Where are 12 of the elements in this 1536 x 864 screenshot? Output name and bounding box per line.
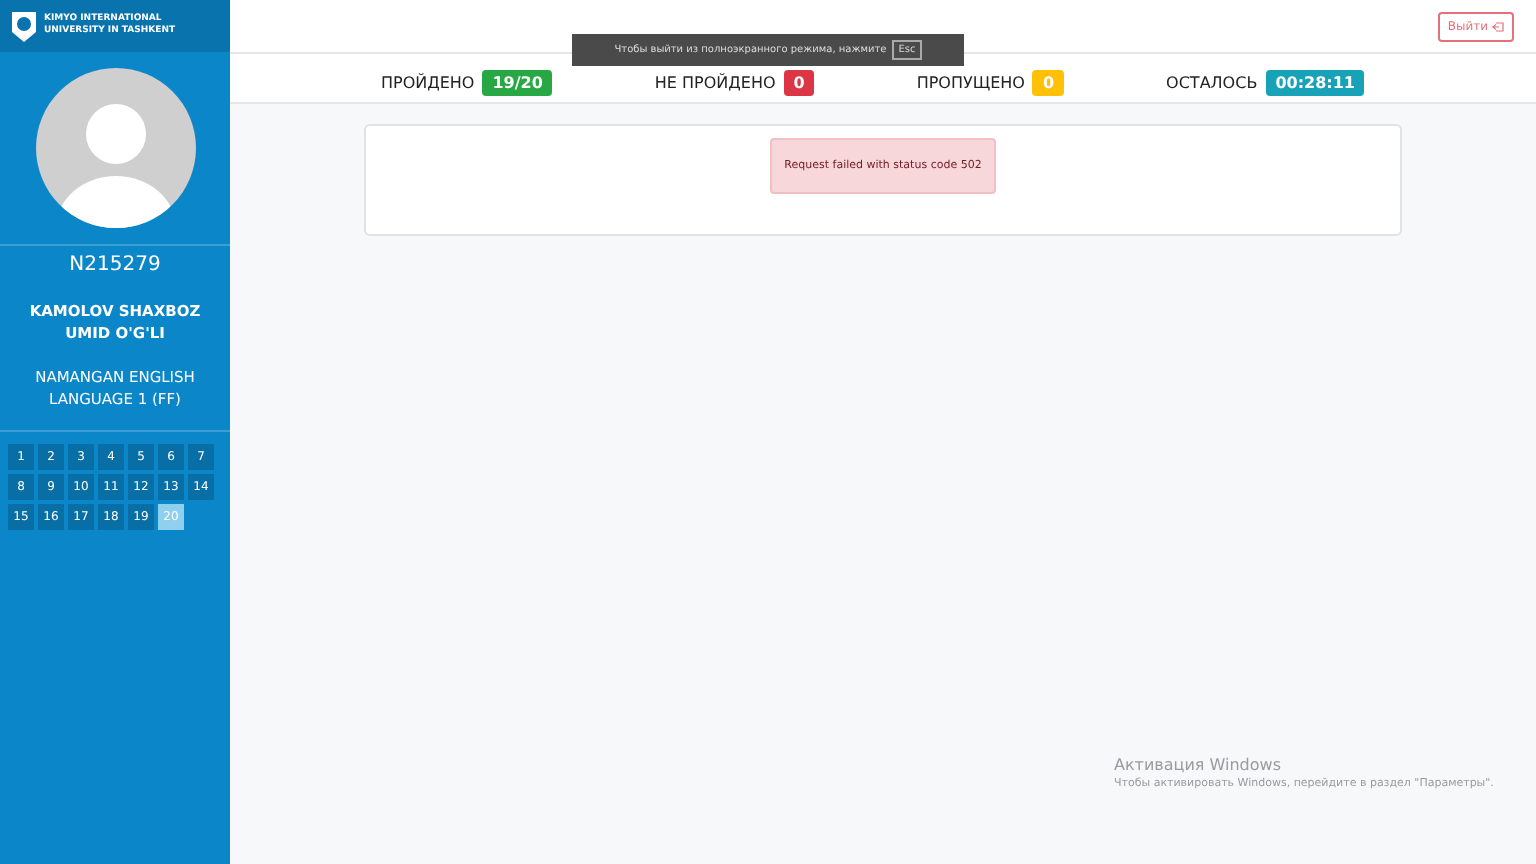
stat-badge: 0 (1032, 69, 1065, 95)
stat-label: НЕ ПРОЙДЕНО (654, 73, 776, 91)
university-logo-icon (12, 11, 36, 41)
stat-badge: 19/20 (482, 69, 553, 95)
stat-badge: 0 (783, 69, 815, 95)
activation-title: Активация Windows (1114, 756, 1283, 774)
stat-label: ПРОПУЩЕНО (916, 73, 1025, 91)
logout-icon (1492, 21, 1504, 31)
stat-badge: 00:28:11 (1265, 69, 1365, 95)
student-id: N215279 (67, 252, 163, 280)
stat-label: ПРОЙДЕНО (380, 73, 475, 91)
stat-label: ОСТАЛОСЬ (1166, 73, 1258, 91)
